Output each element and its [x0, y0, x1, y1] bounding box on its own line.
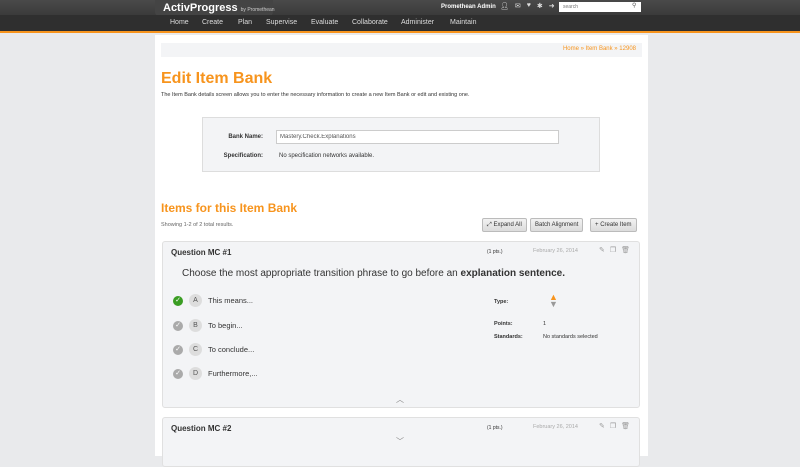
option-text: This means... — [208, 296, 254, 305]
items-heading: Items for this Item Bank — [161, 201, 298, 215]
option-text: Furthermore,... — [208, 369, 258, 378]
spec-value: No specification networks available. — [279, 153, 375, 159]
question-card: Question MC #2 (1 pts.) February 26, 201… — [162, 417, 640, 467]
spec-label: Specification: — [223, 153, 263, 159]
points-label: Points: — [494, 321, 513, 327]
check-icon: ✓ — [173, 368, 183, 379]
check-icon: ✓ — [173, 295, 183, 306]
nav-maintain[interactable]: Maintain — [450, 19, 476, 26]
user-icon[interactable]: 👤︎ — [500, 2, 509, 10]
option-c: ✓ C To conclude... — [173, 343, 254, 356]
question-date: February 26, 2014 — [533, 248, 578, 254]
nav-create[interactable]: Create — [202, 19, 223, 26]
nav-supervise[interactable]: Supervise — [266, 19, 297, 26]
content: Home » Item Bank » 12908 Edit Item Bank … — [155, 35, 648, 467]
standards-value: No standards selected — [543, 334, 598, 340]
type-label: Type: — [494, 299, 509, 305]
nav-collaborate[interactable]: Collaborate — [352, 19, 388, 26]
logo[interactable]: ActivProgress by Promethean — [155, 0, 275, 16]
main-nav: Home Create Plan Supervise Evaluate Coll… — [0, 15, 800, 33]
copy-icon[interactable]: ❐ — [610, 422, 616, 430]
top-bar — [0, 0, 800, 15]
search-icon[interactable]: ⚲ — [632, 2, 636, 9]
user-name[interactable]: Promethean Admin — [441, 4, 496, 10]
expand-all-label: Expand All — [493, 222, 522, 228]
edit-icon[interactable]: ✎ — [599, 246, 605, 254]
page-title: Edit Item Bank — [161, 70, 273, 87]
logo-sub: by Promethean — [240, 7, 275, 13]
copy-icon[interactable]: ❐ — [610, 246, 616, 254]
expand-chevron-icon[interactable]: ﹀ — [396, 436, 404, 447]
create-item-label: Create Item — [600, 222, 632, 228]
expand-icon: ⤢ — [487, 222, 492, 228]
option-text: To conclude... — [208, 345, 255, 354]
check-icon: ✓ — [173, 344, 183, 355]
option-text: To begin... — [208, 321, 243, 330]
nav-home[interactable]: Home — [170, 19, 189, 26]
points-value: 1 — [543, 321, 547, 327]
logout-icon[interactable]: ➜ — [549, 2, 555, 10]
plus-icon: + — [595, 222, 599, 228]
breadcrumb[interactable]: Home » Item Bank » 12908 — [161, 43, 642, 57]
expand-all-button[interactable]: ⤢ Expand All — [482, 218, 527, 232]
option-a: ✓ A This means... — [173, 294, 253, 307]
points-badge: (1 pts.) — [487, 249, 503, 255]
page-description: The Item Bank details screen allows you … — [161, 92, 470, 98]
nav-administer[interactable]: Administer — [401, 19, 434, 26]
multiple-choice-type-icon: ▲ ▼ — [549, 292, 558, 309]
option-letter: C — [189, 343, 202, 356]
collapse-chevron-icon[interactable]: ︿ — [396, 394, 404, 405]
bank-name-input[interactable] — [276, 130, 559, 144]
nav-plan[interactable]: Plan — [238, 19, 252, 26]
points-badge: (1 pts.) — [487, 425, 503, 431]
bank-name-label: Bank Name: — [228, 134, 263, 140]
trash-icon[interactable]: 🗑︎ — [621, 422, 630, 430]
standards-label: Standards: — [494, 334, 523, 340]
option-d: ✓ D Furthermore,... — [173, 367, 258, 380]
logo-text: ActivProgress — [163, 2, 238, 14]
question-title[interactable]: Question MC #2 — [171, 424, 231, 433]
trash-icon[interactable]: 🗑︎ — [621, 246, 630, 254]
nav-evaluate[interactable]: Evaluate — [311, 19, 338, 26]
search-input[interactable] — [559, 2, 641, 12]
option-letter: B — [189, 319, 202, 332]
question-card: Question MC #1 (1 pts.) February 26, 201… — [162, 241, 640, 408]
check-icon: ✓ — [173, 320, 183, 331]
option-letter: A — [189, 294, 202, 307]
bank-form: Bank Name: Specification: No specificati… — [202, 117, 600, 172]
question-stem: Choose the most appropriate transition p… — [182, 268, 565, 279]
create-item-button[interactable]: + Create Item — [590, 218, 637, 232]
heart-icon[interactable]: ♥︎ — [527, 2, 531, 10]
question-title[interactable]: Question MC #1 — [171, 248, 231, 257]
gear-icon[interactable]: ✱ — [537, 2, 543, 10]
stem-bold: explanation sentence. — [460, 268, 565, 279]
edit-icon[interactable]: ✎ — [599, 422, 605, 430]
mail-icon[interactable]: ✉︎ — [515, 2, 521, 10]
stem-text: Choose the most appropriate transition p… — [182, 268, 461, 279]
batch-alignment-button[interactable]: Batch Alignment — [530, 218, 584, 232]
results-count: Showing 1-2 of 2 total results. — [161, 222, 234, 228]
option-b: ✓ B To begin... — [173, 319, 243, 332]
option-letter: D — [189, 367, 202, 380]
question-date: February 26, 2014 — [533, 424, 578, 430]
